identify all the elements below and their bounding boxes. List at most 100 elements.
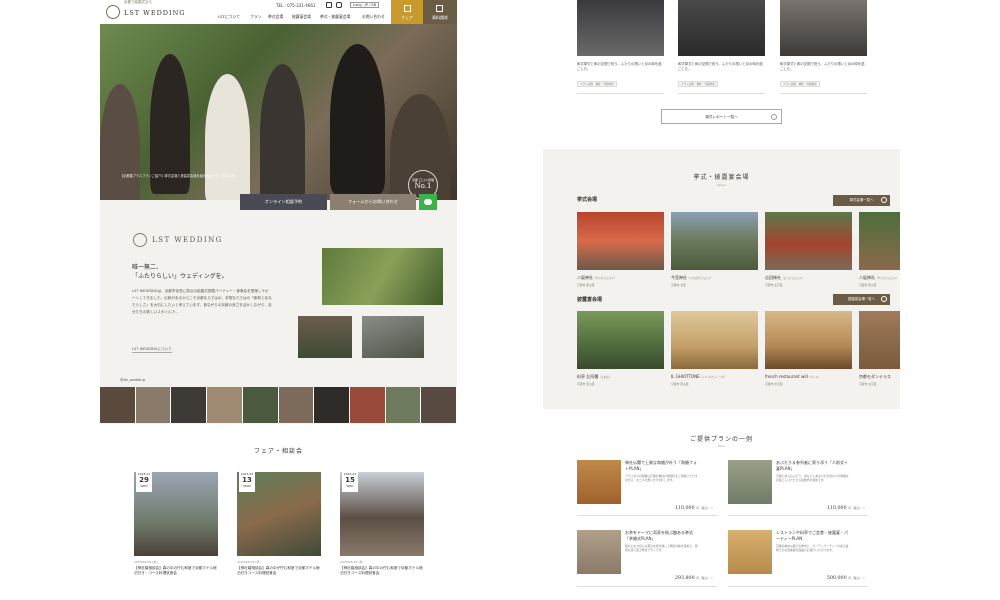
venue-name[interactable]: french restaurant will（ウィル） [765, 374, 821, 379]
venue-name[interactable]: 今宮神社（いまみやじんじゃ） [671, 275, 713, 281]
venue-image[interactable] [671, 212, 758, 270]
venue-title: 挙式・披露宴会場 [693, 174, 750, 181]
venue-location: 京都市 左京区 [859, 382, 877, 386]
venue-image[interactable] [765, 212, 852, 270]
report-photo[interactable] [678, 0, 765, 56]
badge-title: No.1 [414, 182, 432, 190]
nav-reception[interactable]: 披露宴会場 [292, 14, 311, 20]
venue-name[interactable]: 京都モダンテラス [859, 374, 891, 380]
venue-name[interactable]: IL GHIOTTONE（イル ギオットーネ） [671, 374, 726, 379]
report-text: 和式挙式と和の空間で祝う。ふたりの想いと京の時を過ごした。 [577, 62, 662, 71]
venue-name[interactable]: 吉田神社（よしだじんじゃ） [765, 275, 804, 281]
insta-photo[interactable] [135, 387, 172, 423]
insta-photo[interactable] [100, 387, 136, 423]
venue-location: 京都市 東山区 [671, 382, 689, 386]
insta-photo[interactable] [278, 387, 315, 423]
venue-image[interactable] [577, 212, 664, 270]
venue-name-text: french restaurant will [765, 374, 808, 379]
insta-photo[interactable] [421, 387, 457, 423]
venue-image[interactable] [859, 311, 900, 369]
plan-name[interactable]: お茶をテーマに両家を結ぶ趣ある挙式「茶婚式PLAN」 [625, 530, 699, 542]
online-consult-button[interactable]: オンライン相談予約 [240, 194, 327, 210]
ceremony-list-button[interactable]: 挙式会場一覧へ [833, 195, 890, 206]
site-logo[interactable]: LST WEDDING [124, 9, 185, 17]
plan-image[interactable] [577, 460, 621, 504]
plan-image[interactable] [577, 530, 621, 574]
insta-photo[interactable] [171, 387, 208, 423]
reception-heading: 披露宴会場 [577, 297, 603, 303]
divider [577, 515, 717, 516]
phone-number[interactable]: TEL : 075-331-4661 [276, 3, 315, 8]
reception-list-label: 披露宴会場一覧へ [847, 297, 876, 301]
plan-image[interactable] [728, 460, 772, 504]
plan-desc: ブライダルの和婚は京都の神社の雰囲気をご堪能いただきながら、お二人の想いを大切に… [625, 474, 698, 483]
venue-image[interactable] [577, 311, 664, 369]
venue-name[interactable]: 八坂神社（やさかじんじゃ） [577, 275, 616, 281]
date-badge: 2023.03 29 WED [136, 472, 152, 492]
about-body: LST WEDDINGは、京都市伏見に拠点の結婚式披露パーティー・食事会を提案し… [132, 289, 272, 314]
nav-contact[interactable]: お問い合わせ [362, 14, 385, 20]
fair-button[interactable]: フェア [391, 0, 423, 24]
form-contact-button[interactable]: フォームからお問い合わせ [330, 194, 416, 210]
plan-price-value: 500,000 [826, 576, 847, 581]
plan-name[interactable]: レストランや料亭でご会食・披露宴・パーティーPLAN [776, 530, 850, 542]
fair-card[interactable]: 2023.03 13 MON 2023/03/13 (月) 【神社婚相談会】森の… [237, 472, 321, 577]
insta-photo[interactable] [314, 387, 350, 423]
venue-image[interactable] [765, 311, 852, 369]
report-text: 和式挙式と和の空間で祝う。ふたりの想いと京の時を過ごした。 [780, 62, 865, 71]
instagram-handle[interactable]: @lst_wedding [120, 378, 145, 382]
request-button[interactable]: 資料請求 [423, 0, 457, 24]
nav-ceremony[interactable]: 挙式会場 [268, 14, 283, 20]
venue-name-text: 八坂神社 [859, 275, 875, 280]
arrow-right-icon [881, 296, 887, 302]
report-tag[interactable]: プラン実例 神社・寺院挙式 [577, 81, 617, 87]
venue-name[interactable]: 八坂神社（やさかじんじゃ） [859, 275, 898, 281]
about-photo-couple [298, 316, 352, 358]
report-photo[interactable] [780, 0, 867, 56]
divider [678, 93, 765, 94]
about-photo-garden [322, 248, 443, 305]
instagram-icon[interactable] [336, 2, 342, 8]
nav-plan[interactable]: プラン [250, 14, 261, 20]
insta-photo[interactable] [207, 387, 243, 423]
plan-image[interactable] [728, 530, 772, 574]
venue-kana: （いまみやじんじゃ） [687, 277, 713, 280]
divider [577, 93, 664, 94]
fair-title: 【神社婚相談会】森の中が佇む和室で京都ホテル宿泊付きコース料理試食会 [237, 566, 320, 576]
venue-kana: （やさかじんじゃ） [875, 277, 899, 280]
language-switcher[interactable]: Lang : JP / EN [350, 2, 380, 8]
reception-list-button[interactable]: 披露宴会場一覧へ [833, 294, 890, 305]
hero-image: 【京都婚プラスプランご紹介】挙式会場と披露宴会場を組み合わせた、最大人数 京都 … [100, 24, 457, 200]
plan-name[interactable]: あぶたり＆参列者に寄り添う「人前式＋宴PLAN」 [776, 460, 850, 472]
venue-kana: （イル ギオットーネ） [699, 376, 727, 379]
plan-price-value: 110,000 [674, 506, 695, 511]
report-tag[interactable]: プラン実例 神社・寺院挙式 [780, 81, 820, 87]
report-photo[interactable] [577, 0, 664, 56]
venue-image[interactable] [859, 212, 900, 270]
insta-photo[interactable] [349, 387, 386, 423]
right-page: 和式挙式と和の空間で祝う。ふたりの想いと京の時を過ごした。 和式挙式と和の空間で… [543, 0, 900, 600]
insta-photo[interactable] [385, 387, 422, 423]
facebook-icon[interactable] [326, 2, 332, 8]
catchcopy-line1: 唯一無二、 [132, 264, 163, 271]
venue-location: 京都市 北区 [671, 283, 686, 287]
plan-price: 500,000 円（税込）～ [805, 576, 865, 581]
nav-about[interactable]: LSTについて [218, 14, 240, 20]
report-tag[interactable]: プラン実例 神社・寺院挙式 [678, 81, 718, 87]
venue-name-text: 料亭 左阿彌 [577, 374, 599, 379]
line-button[interactable] [419, 194, 437, 210]
venue-kana: （さあみ） [598, 376, 612, 379]
nav-venues[interactable]: 挙式・披露宴会場 [320, 14, 350, 20]
date-badge: 2023.03 13 MON [239, 472, 255, 492]
venue-name[interactable]: 料亭 左阿彌（さあみ） [577, 374, 611, 380]
fair-card[interactable]: 2023.03 15 WED 2023/03/15 (水) 【神社婚相談会】森の… [340, 472, 424, 577]
venue-image[interactable] [671, 311, 758, 369]
insta-photo[interactable] [242, 387, 279, 423]
divider [728, 515, 868, 516]
plan-desc: 京都にあるおぶそう、あなたとあなたの大切な人の時間をお過ごしいただける結婚式の会… [776, 474, 849, 483]
plan-name[interactable]: 神社仏閣で上質な和婚が叶う「和婚フォトPLAN」 [625, 460, 699, 472]
about-link[interactable]: LST WEDDINGについて [132, 347, 172, 353]
logo-mark-icon[interactable] [106, 5, 120, 19]
report-list-button[interactable]: 挙式レポート一覧へ [661, 109, 782, 124]
fair-card[interactable]: 2023.03 29 WED 2023/03/29 (水) 【神社婚相談会】森の… [134, 472, 218, 577]
